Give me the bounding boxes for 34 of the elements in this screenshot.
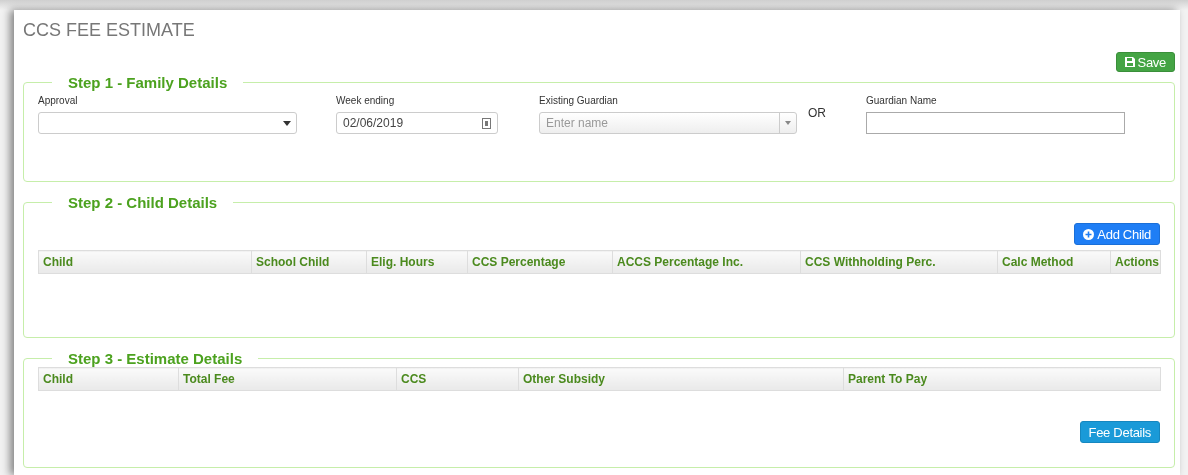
field-label: Approval [38,95,79,106]
field-label: Existing Guardian [539,95,619,106]
field-label: Week ending [336,95,396,106]
column-header: CCS Percentage [467,250,613,274]
save-button[interactable]: Save [1115,52,1175,72]
date-field[interactable]: 02/06/2019 [336,112,498,134]
caret-icon [283,119,291,127]
section-title: Step 3 - Estimate Details [67,350,244,367]
fee-details-button[interactable]: Fee Details [1079,421,1160,443]
page-title: CCS FEE ESTIMATE [23,20,196,41]
calendar-icon [482,117,491,129]
section-title: Step 2 - Child Details [67,194,219,211]
add-child-button[interactable]: Add Child [1074,223,1160,245]
field-label: Guardian Name [866,95,938,106]
column-header: Child [38,250,252,274]
column-header: ACCS Percentage Inc. [612,250,801,274]
section-title: Step 1 - Family Details [67,74,229,91]
approval-select[interactable] [38,112,297,134]
column-header: Total Fee [178,367,397,391]
column-header: Calc Method [997,250,1111,274]
caret-icon [785,121,791,125]
column-header: Elig. Hours [366,250,468,274]
column-header: Actions [1110,250,1161,274]
column-header: Child [38,367,179,391]
or-text: OR [808,106,826,120]
column-header: Parent To Pay [843,367,1161,391]
column-header: CCS Withholding Perc. [800,250,998,274]
guardian-combo[interactable]: Enter name [539,112,797,134]
column-header: Other Subsidy [518,367,844,391]
guardian-name-field[interactable] [866,112,1125,134]
column-header: CCS [396,367,519,391]
column-header: School Child [251,250,367,274]
plus-circle-icon [1083,228,1095,240]
save-icon [1124,57,1135,67]
